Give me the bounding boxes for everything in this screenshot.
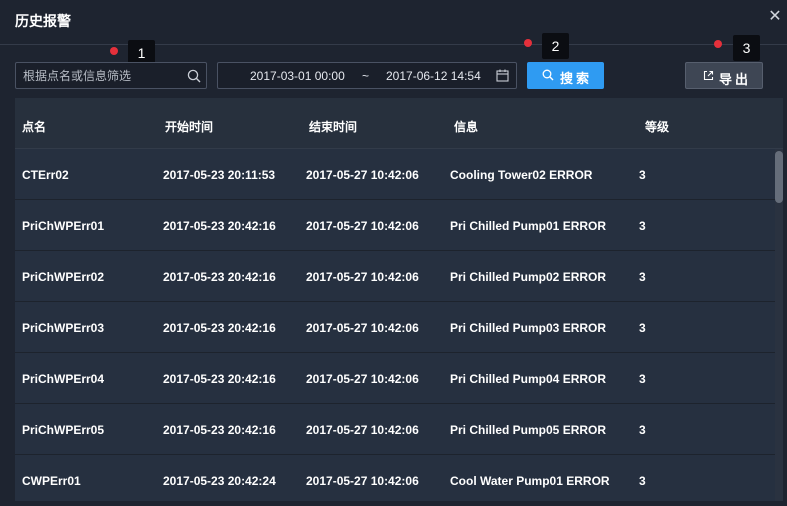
cell-info: Pri Chilled Pump04 ERROR [450, 372, 607, 386]
cell-end-time: 2017-05-27 10:42:06 [306, 423, 419, 437]
date-start[interactable]: 2017-03-01 00:00 [250, 69, 345, 83]
filter-search-box[interactable] [15, 62, 207, 89]
cell-end-time: 2017-05-27 10:42:06 [306, 168, 419, 182]
marker-dot-3 [714, 40, 722, 48]
date-end[interactable]: 2017-06-12 14:54 [386, 69, 481, 83]
cell-point-name: PriChWPErr02 [22, 270, 105, 284]
cell-info: Cooling Tower02 ERROR [450, 168, 593, 182]
export-icon [703, 70, 714, 81]
table-row[interactable]: CWPErr01 2017-05-23 20:42:24 2017-05-27 … [15, 455, 775, 501]
cell-level: 3 [639, 168, 646, 182]
table-row[interactable]: CTErr02 2017-05-23 20:11:53 2017-05-27 1… [15, 149, 775, 200]
dialog-title: 历史报警 [15, 13, 71, 29]
search-button[interactable]: 搜索 [527, 62, 604, 89]
cell-start-time: 2017-05-23 20:42:24 [163, 474, 276, 488]
cell-point-name: PriChWPErr01 [22, 219, 105, 233]
cell-info: Cool Water Pump01 ERROR [450, 474, 610, 488]
cell-info: Pri Chilled Pump02 ERROR [450, 270, 607, 284]
cell-level: 3 [639, 423, 646, 437]
cell-start-time: 2017-05-23 20:42:16 [163, 219, 276, 233]
column-header-end-time[interactable]: 结束时间 [309, 118, 357, 135]
cell-level: 3 [639, 270, 646, 284]
cell-end-time: 2017-05-27 10:42:06 [306, 270, 419, 284]
cell-point-name: CWPErr01 [22, 474, 81, 488]
calendar-icon[interactable] [496, 69, 509, 82]
cell-level: 3 [639, 219, 646, 233]
cell-info: Pri Chilled Pump05 ERROR [450, 423, 607, 437]
date-separator: ~ [362, 69, 370, 83]
marker-dot-1 [110, 47, 118, 55]
cell-start-time: 2017-05-23 20:11:53 [163, 168, 276, 182]
table-row[interactable]: PriChWPErr01 2017-05-23 20:42:16 2017-05… [15, 200, 775, 251]
search-button-label: 搜索 [560, 71, 593, 86]
column-header-info[interactable]: 信息 [454, 118, 478, 135]
search-icon [542, 69, 554, 81]
cell-point-name: PriChWPErr05 [22, 423, 105, 437]
cell-point-name: PriChWPErr03 [22, 321, 105, 335]
export-button[interactable]: 导出 [685, 62, 763, 89]
date-range-picker[interactable]: 2017-03-01 00:00 ~ 2017-06-12 14:54 [217, 62, 517, 89]
column-header-level[interactable]: 等级 [645, 118, 669, 135]
cell-point-name: CTErr02 [22, 168, 69, 182]
column-header-point-name[interactable]: 点名 [22, 118, 46, 135]
marker-badge-2: 2 [542, 33, 569, 59]
cell-level: 3 [639, 321, 646, 335]
table-row[interactable]: PriChWPErr05 2017-05-23 20:42:16 2017-05… [15, 404, 775, 455]
search-icon[interactable] [187, 69, 201, 83]
cell-end-time: 2017-05-27 10:42:06 [306, 321, 419, 335]
filter-search-input[interactable] [16, 63, 181, 88]
table-scrollbar[interactable] [775, 149, 783, 501]
cell-end-time: 2017-05-27 10:42:06 [306, 219, 419, 233]
scrollbar-thumb[interactable] [775, 151, 783, 203]
title-bar: 历史报警 ✕ [0, 0, 787, 45]
cell-start-time: 2017-05-23 20:42:16 [163, 423, 276, 437]
cell-info: Pri Chilled Pump03 ERROR [450, 321, 607, 335]
cell-start-time: 2017-05-23 20:42:16 [163, 321, 276, 335]
cell-start-time: 2017-05-23 20:42:16 [163, 270, 276, 284]
cell-info: Pri Chilled Pump01 ERROR [450, 219, 607, 233]
cell-end-time: 2017-05-27 10:42:06 [306, 474, 419, 488]
table-row[interactable]: PriChWPErr03 2017-05-23 20:42:16 2017-05… [15, 302, 775, 353]
alarm-history-table: 点名 开始时间 结束时间 信息 等级 CTErr02 2017-05-23 20… [15, 98, 783, 501]
table-row[interactable]: PriChWPErr04 2017-05-23 20:42:16 2017-05… [15, 353, 775, 404]
cell-level: 3 [639, 372, 646, 386]
marker-badge-3: 3 [733, 35, 760, 61]
close-icon[interactable]: ✕ [767, 9, 783, 25]
cell-start-time: 2017-05-23 20:42:16 [163, 372, 276, 386]
cell-level: 3 [639, 474, 646, 488]
marker-dot-2 [524, 39, 532, 47]
table-header: 点名 开始时间 结束时间 信息 等级 [15, 98, 783, 149]
cell-end-time: 2017-05-27 10:42:06 [306, 372, 419, 386]
column-header-start-time[interactable]: 开始时间 [165, 118, 213, 135]
export-button-label: 导出 [719, 72, 752, 87]
cell-point-name: PriChWPErr04 [22, 372, 105, 386]
table-row[interactable]: PriChWPErr02 2017-05-23 20:42:16 2017-05… [15, 251, 775, 302]
